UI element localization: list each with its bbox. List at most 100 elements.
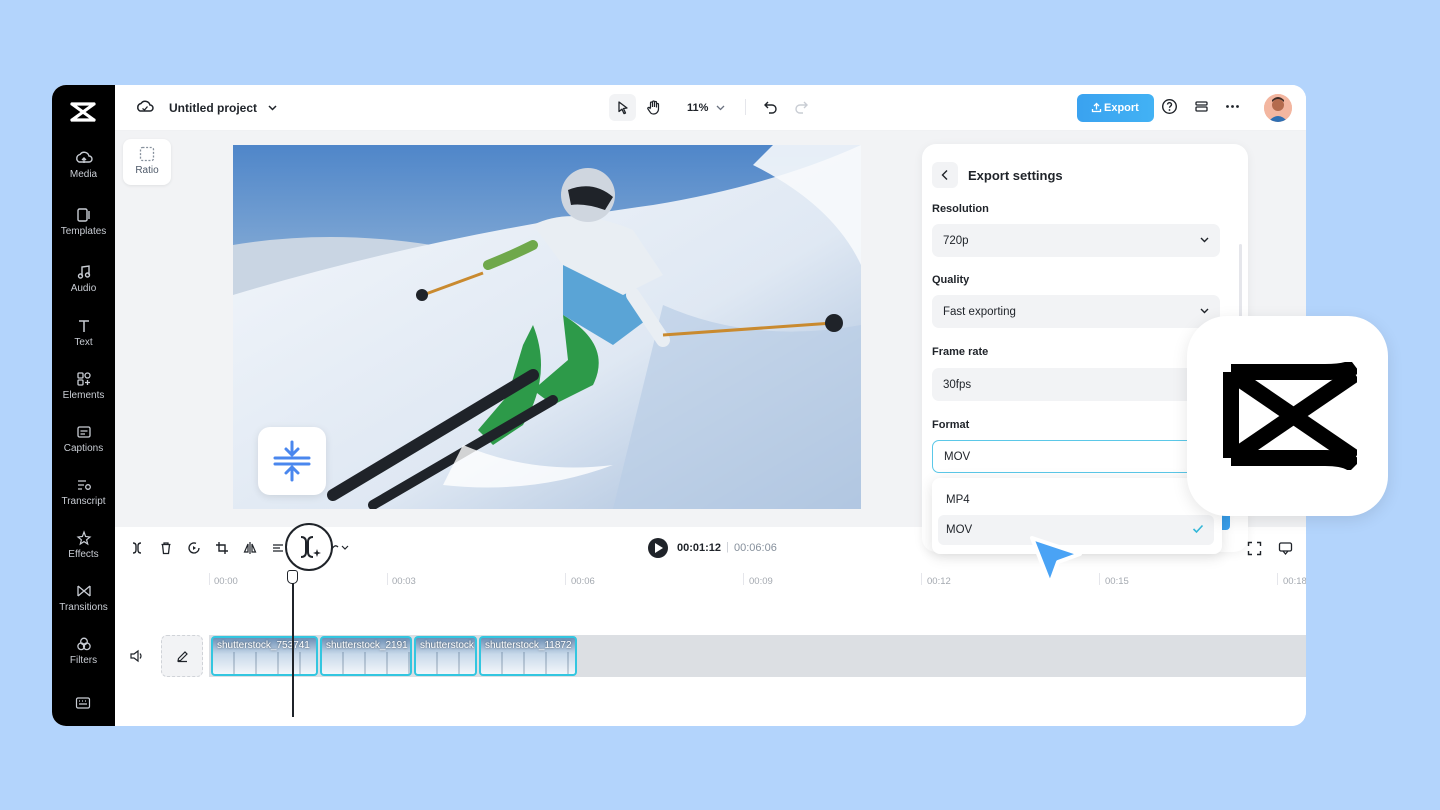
hand-icon[interactable] — [646, 99, 662, 116]
frame-rate-value: 30fps — [943, 379, 972, 391]
compress-feature-card — [258, 427, 326, 495]
option-label: MP4 — [946, 494, 970, 506]
chevron-down-icon — [1200, 237, 1209, 243]
layers-icon[interactable] — [1193, 98, 1210, 115]
ratio-label: Ratio — [135, 165, 159, 176]
flip-icon[interactable] — [243, 541, 257, 555]
transcript-icon — [77, 480, 91, 490]
quality-label: Quality — [932, 274, 970, 286]
cloud-upload-icon — [75, 151, 93, 163]
format-label: Format — [932, 419, 970, 431]
check-icon — [1192, 524, 1204, 534]
sidebar-item-label: Text — [74, 337, 93, 348]
ruler-tick: 00:15 — [1105, 576, 1129, 587]
pencil-icon — [177, 651, 188, 663]
current-time: 00:01:12 — [677, 542, 722, 554]
clip-name: shutterstock_2191 — [326, 640, 408, 651]
export-button[interactable]: Export — [1077, 94, 1154, 122]
ruler-tick: 00:03 — [392, 576, 416, 587]
cloud-sync-icon[interactable] — [136, 99, 154, 115]
fullscreen-icon[interactable] — [1247, 541, 1262, 556]
sidebar-item-transitions[interactable]: Transitions — [52, 583, 115, 613]
elements-icon — [76, 372, 91, 386]
redo-icon[interactable] — [794, 99, 809, 114]
capcut-editor-window: Media Templates Audio Text Elements Capt… — [52, 85, 1306, 726]
cover-edit-button[interactable] — [161, 635, 203, 677]
sidebar-item-label: Templates — [60, 226, 107, 237]
chevron-down-icon[interactable] — [267, 102, 278, 113]
resolution-value: 720p — [943, 235, 969, 247]
clip-name: shutterstock_11872 — [485, 640, 572, 651]
upload-icon — [1091, 102, 1102, 113]
sidebar-item-elements[interactable]: Elements — [52, 371, 115, 401]
captions-tool-icon[interactable] — [271, 541, 285, 555]
sidebar-item-media[interactable]: Media — [52, 150, 115, 180]
format-value: MOV — [944, 451, 971, 463]
playhead-line[interactable] — [292, 577, 294, 717]
back-button[interactable] — [932, 162, 958, 188]
project-title[interactable]: Untitled project — [169, 101, 257, 115]
smart-split-icon — [300, 536, 321, 558]
user-avatar[interactable] — [1264, 94, 1292, 122]
sidebar-item-label: Captions — [63, 443, 104, 454]
sidebar-item-text[interactable]: Text — [52, 318, 115, 348]
ruler-tick: 00:09 — [749, 576, 773, 587]
video-clip[interactable]: shutterstock — [414, 636, 477, 676]
sidebar-item-label: Effects — [68, 549, 99, 560]
sidebar-item-captions[interactable]: Captions — [52, 424, 115, 454]
pointer-icon — [618, 101, 628, 115]
mouse-cursor-icon — [1030, 536, 1082, 586]
sidebar-item-transcript[interactable]: Transcript — [52, 477, 115, 507]
quality-value: Fast exporting — [943, 306, 1016, 318]
sidebar-item-label: Transcript — [61, 496, 106, 507]
ratio-button[interactable]: Ratio — [123, 139, 171, 185]
compress-icon — [273, 440, 311, 482]
sidebar-item-label: Elements — [62, 390, 105, 401]
video-clip[interactable]: shutterstock_2191 — [320, 636, 412, 676]
replay-icon[interactable] — [187, 541, 201, 555]
smart-split-tool[interactable] — [285, 523, 333, 571]
more-options-icon[interactable] — [1224, 98, 1241, 115]
video-preview[interactable] — [233, 145, 861, 509]
delete-icon[interactable] — [159, 541, 173, 555]
playhead-handle[interactable] — [287, 570, 298, 584]
volume-icon[interactable] — [129, 649, 144, 663]
resolution-select[interactable]: 720p — [932, 224, 1220, 257]
zoom-level[interactable]: 11% — [687, 102, 708, 114]
chevron-down-icon — [1200, 308, 1209, 314]
play-icon — [655, 543, 663, 553]
format-option-mp4[interactable]: MP4 — [938, 485, 1214, 515]
sidebar-item-templates[interactable]: Templates — [52, 207, 115, 237]
chevron-left-icon — [941, 170, 948, 180]
keyboard-icon[interactable] — [75, 696, 91, 710]
video-clip[interactable]: shutterstock_753741 — [211, 636, 318, 676]
sidebar-item-audio[interactable]: Audio — [52, 264, 115, 294]
sidebar-item-filters[interactable]: Filters — [52, 636, 115, 666]
sidebar-item-label: Transitions — [59, 602, 108, 613]
crop-icon[interactable] — [215, 541, 229, 555]
transitions-icon — [76, 585, 91, 597]
comment-icon[interactable] — [1278, 541, 1293, 556]
zoom-chevron-down-icon[interactable] — [715, 102, 726, 113]
ruler-tick: 00:18 — [1283, 576, 1306, 587]
video-clip[interactable]: shutterstock_11872 — [479, 636, 577, 676]
avatar-image — [1264, 94, 1292, 122]
export-settings-title: Export settings — [968, 168, 1063, 183]
export-label: Export — [1104, 102, 1139, 114]
help-icon[interactable] — [1161, 98, 1178, 115]
captions-icon — [76, 426, 91, 438]
resolution-label: Resolution — [932, 203, 989, 215]
sidebar-item-label: Media — [69, 169, 98, 180]
text-icon — [78, 320, 89, 332]
ruler-tick: 00:00 — [214, 576, 238, 587]
sidebar-item-effects[interactable]: Effects — [52, 530, 115, 560]
frame-rate-select[interactable]: 30fps — [932, 368, 1220, 401]
split-icon[interactable] — [130, 541, 144, 555]
select-tool-button[interactable] — [609, 94, 636, 121]
play-button[interactable] — [648, 538, 668, 558]
format-select[interactable]: MOV — [932, 440, 1220, 473]
ratio-icon — [139, 146, 155, 162]
quality-select[interactable]: Fast exporting — [932, 295, 1220, 328]
undo-icon[interactable] — [763, 99, 778, 114]
templates-icon — [76, 208, 90, 222]
